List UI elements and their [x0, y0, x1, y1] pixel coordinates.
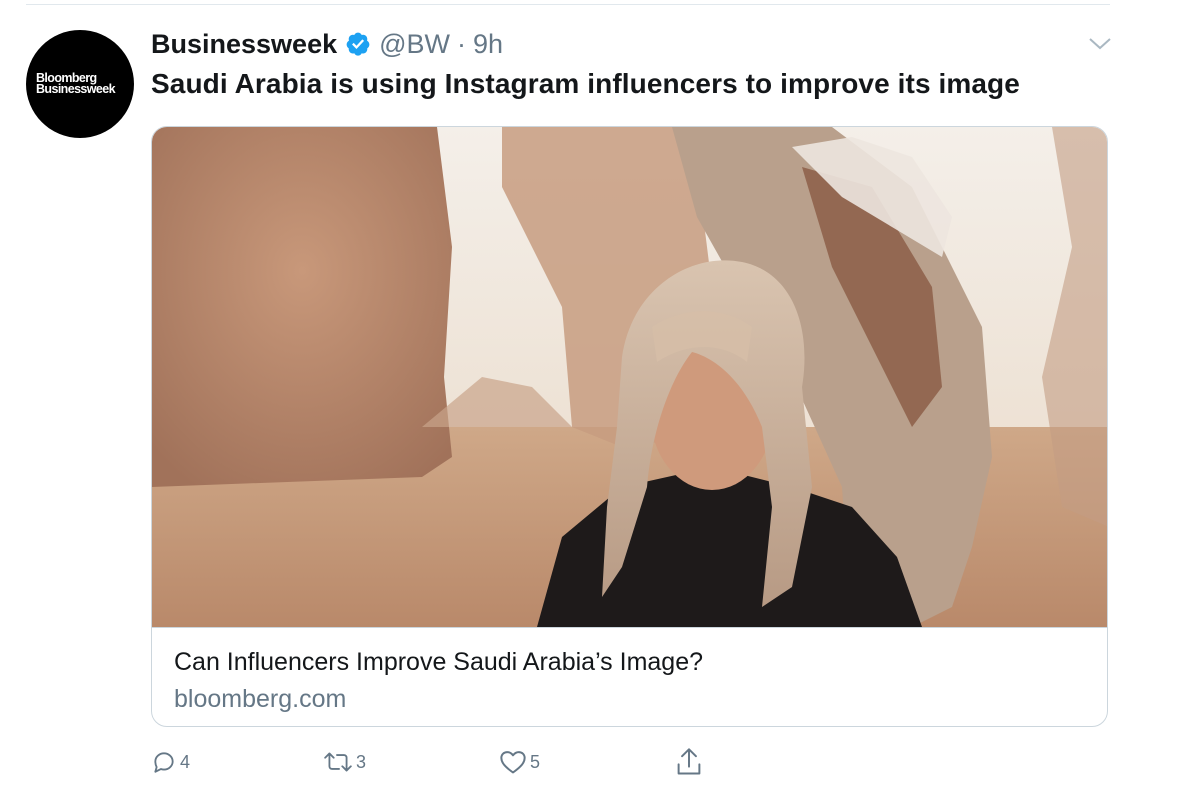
retweet-count: 3	[356, 751, 367, 772]
avatar-text-line2: Businessweek	[36, 82, 116, 96]
card-domain: bloomberg.com	[174, 685, 347, 713]
reply-icon	[151, 749, 177, 775]
reply-button[interactable]: 4	[151, 744, 190, 780]
tweet-header: Businessweek @BW · 9h	[151, 26, 503, 62]
link-card[interactable]: Can Influencers Improve Saudi Arabia’s I…	[151, 126, 1108, 727]
retweet-icon	[323, 749, 353, 775]
chevron-down-icon[interactable]	[1088, 36, 1112, 52]
verified-badge-icon	[345, 31, 371, 57]
share-button[interactable]	[675, 744, 703, 780]
like-button[interactable]: 5	[499, 744, 540, 780]
avatar[interactable]: Bloomberg Businessweek	[26, 30, 134, 138]
card-info[interactable]: Can Influencers Improve Saudi Arabia’s I…	[152, 627, 1107, 726]
separator-dot: ·	[457, 28, 467, 59]
card-title: Can Influencers Improve Saudi Arabia’s I…	[174, 648, 704, 676]
like-count: 5	[530, 751, 541, 772]
timestamp[interactable]: 9h	[473, 29, 503, 60]
tweet-text: Saudi Arabia is using Instagram influenc…	[151, 68, 1020, 99]
display-name[interactable]: Businessweek	[151, 29, 337, 60]
retweet-button[interactable]: 3	[323, 744, 366, 780]
top-divider	[26, 4, 1110, 5]
share-icon	[675, 747, 703, 777]
heart-icon	[499, 749, 527, 775]
card-image[interactable]	[152, 127, 1107, 627]
tweet-actions: 4 3 5	[151, 744, 751, 784]
handle[interactable]: @BW	[379, 29, 450, 60]
reply-count: 4	[180, 751, 191, 772]
